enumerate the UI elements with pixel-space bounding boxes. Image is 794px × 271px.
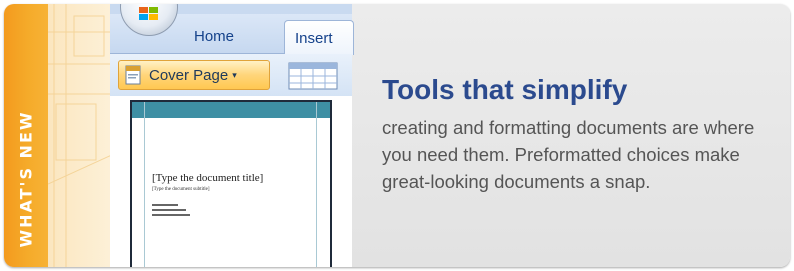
cover-page-button[interactable]: Cover Page ▾ xyxy=(118,60,270,90)
cover-page-gallery: [Type the document title] [Type the docu… xyxy=(110,96,352,267)
cover-page-label: Cover Page xyxy=(149,66,229,84)
page-guide-left xyxy=(144,102,145,267)
ribbon-toolbar: Cover Page ▾ xyxy=(110,54,352,96)
whats-new-banner: WHAT'S NEW Home Insert Cover Page ▾ [Typ… xyxy=(4,4,790,267)
whats-new-label: WHAT'S NEW xyxy=(16,110,36,248)
whats-new-strip: WHAT'S NEW xyxy=(4,4,48,267)
page-guide-right xyxy=(316,102,317,267)
tab-insert[interactable]: Insert xyxy=(284,20,354,55)
document-meta-lines xyxy=(152,204,192,219)
cover-page-thumbnail[interactable]: [Type the document title] [Type the docu… xyxy=(130,100,332,267)
promo-headline: Tools that simplify xyxy=(382,74,628,105)
table-icon[interactable] xyxy=(288,62,338,90)
word-ribbon-mock: Home Insert Cover Page ▾ [Type the docum… xyxy=(110,4,354,267)
office-button-icon xyxy=(139,7,158,20)
cover-page-icon xyxy=(125,65,141,85)
document-title-placeholder: [Type the document title] xyxy=(152,172,264,184)
tab-home[interactable]: Home xyxy=(194,28,234,45)
chevron-down-icon[interactable]: ▾ xyxy=(232,70,237,81)
page-header-bar xyxy=(132,102,330,118)
document-subtitle-placeholder: [Type the document subtitle] xyxy=(152,187,210,192)
decorative-lines xyxy=(48,4,114,267)
promo-body: creating and formatting documents are wh… xyxy=(382,117,755,192)
